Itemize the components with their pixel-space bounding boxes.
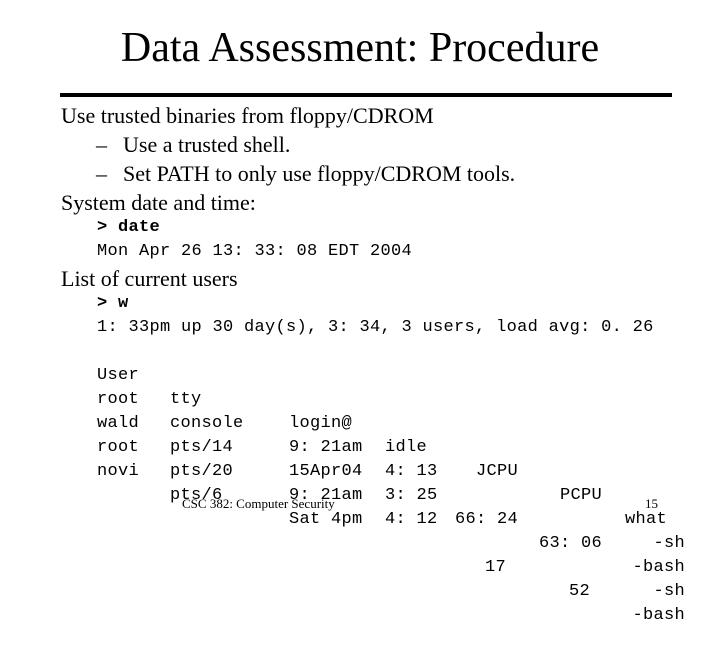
header-login: login@ — [289, 414, 353, 433]
cell-idle: 4: 13 — [385, 462, 438, 481]
bullet-trusted-binaries: Use trusted binaries from floppy/CDROM — [61, 103, 434, 128]
header-tty: tty — [170, 390, 202, 409]
cell-what: -sh — [653, 582, 685, 601]
cell-user: novi — [97, 462, 140, 481]
cell-what: -bash — [632, 558, 685, 577]
cell-jcpu: 17 — [484, 558, 506, 577]
footer-page-number: 15 — [645, 496, 658, 511]
date-command: > date — [97, 218, 161, 237]
dash-marker: – — [96, 132, 107, 157]
header-pcpu: PCPU — [559, 486, 602, 505]
cell-what: -sh — [653, 534, 685, 553]
cell-user: wald — [97, 414, 140, 433]
sub-bullet-trusted-shell: – Use a trusted shell. — [96, 131, 290, 159]
slide-title: Data Assessment: Procedure — [120, 25, 600, 71]
date-output: Mon Apr 26 13: 33: 08 EDT 2004 — [97, 242, 413, 261]
table-row: novi pts/6 Sat 4pm 17 52 -bash — [0, 436, 685, 652]
cell-user: root — [97, 390, 140, 409]
users-heading: List of current users — [61, 266, 238, 291]
bullet-system-date: System date and time: — [61, 190, 256, 215]
cell-idle: 4: 12 — [385, 510, 438, 529]
cell-login: 15Apr04 — [289, 462, 363, 481]
w-command: > w — [97, 294, 129, 313]
dash-marker: – — [96, 161, 107, 186]
cell-jcpu: 66: 24 — [454, 510, 518, 529]
header-idle: idle — [385, 438, 428, 457]
cell-idle: 3: 25 — [385, 486, 438, 505]
sub-bullet-text: Set PATH to only use floppy/CDROM tools. — [123, 161, 516, 186]
header-user: User — [97, 366, 140, 385]
header-jcpu: JCPU — [475, 462, 518, 481]
cell-tty: console — [170, 414, 244, 433]
footer-course: CSC 382: Computer Security — [182, 496, 335, 511]
sub-bullet-set-path: – Set PATH to only use floppy/CDROM tools… — [96, 160, 515, 188]
cell-user: root — [97, 438, 140, 457]
cell-pcpu: 63: 06 — [538, 534, 602, 553]
cell-login: 9: 21am — [289, 438, 363, 457]
cell-tty: pts/14 — [170, 438, 234, 457]
cell-pcpu: 52 — [568, 582, 590, 601]
w-summary: 1: 33pm up 30 day(s), 3: 34, 3 users, lo… — [97, 318, 654, 337]
sub-bullet-text: Use a trusted shell. — [123, 132, 291, 157]
cell-what: -bash — [632, 606, 685, 625]
title-divider — [60, 93, 672, 97]
cell-tty: pts/20 — [170, 462, 234, 481]
